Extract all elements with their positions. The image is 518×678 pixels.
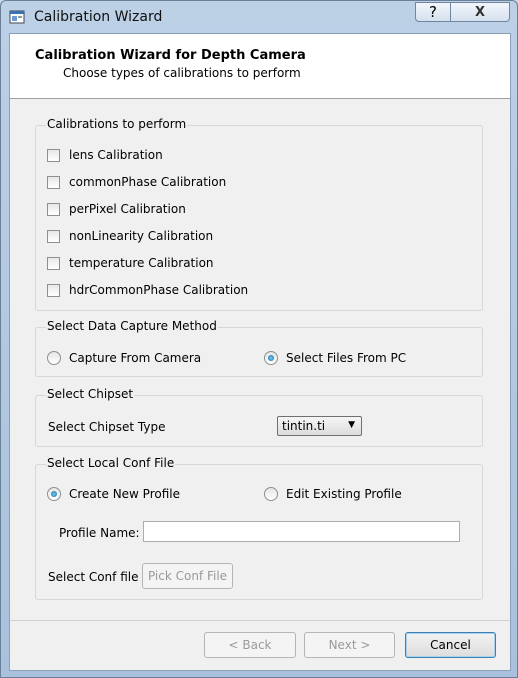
checkbox-label: lens Calibration	[69, 148, 163, 162]
help-button[interactable]: ?	[415, 2, 451, 22]
radio-label: Create New Profile	[69, 487, 180, 501]
radio-button[interactable]	[264, 487, 278, 501]
conf-file-label: Select Conf file	[48, 570, 139, 584]
capture-method-group: Select Data Capture Method Capture From …	[35, 319, 483, 377]
title-bar[interactable]: Calibration Wizard ? X	[1, 1, 517, 33]
checkbox-perpixel-calibration[interactable]: perPixel Calibration	[47, 201, 186, 217]
wizard-window: Calibration Wizard ? X Calibration Wizar…	[0, 0, 518, 678]
page-subtitle: Choose types of calibrations to perform	[63, 66, 301, 80]
checkbox-label: nonLinearity Calibration	[69, 229, 214, 243]
radio-create-new-profile[interactable]: Create New Profile	[47, 486, 180, 502]
checkbox-lens-calibration[interactable]: lens Calibration	[47, 147, 163, 163]
next-button[interactable]: Next >	[304, 632, 395, 658]
pick-conf-file-button[interactable]: Pick Conf File	[142, 563, 233, 589]
profile-name-label: Profile Name:	[59, 526, 140, 540]
checkbox[interactable]	[47, 148, 60, 162]
radio-label: Select Files From PC	[286, 351, 407, 365]
radio-select-files-from-pc[interactable]: Select Files From PC	[264, 350, 406, 366]
chipset-group: Select Chipset Select Chipset Type tinti…	[35, 387, 483, 447]
select-value: tintin.ti	[282, 419, 326, 433]
chipset-type-select[interactable]: tintin.ti ▼	[277, 416, 362, 436]
profile-name-input[interactable]	[143, 521, 460, 542]
chipset-type-label: Select Chipset Type	[48, 420, 166, 434]
checkbox[interactable]	[47, 202, 60, 216]
checkbox-commonphase-calibration[interactable]: commonPhase Calibration	[47, 174, 226, 190]
checkbox[interactable]	[47, 283, 60, 297]
footer-divider	[10, 620, 510, 621]
checkbox-label: perPixel Calibration	[69, 202, 186, 216]
radio-edit-existing-profile[interactable]: Edit Existing Profile	[264, 486, 402, 502]
checkbox-nonlinearity-calibration[interactable]: nonLinearity Calibration	[47, 228, 213, 244]
radio-button[interactable]	[264, 351, 278, 365]
calibrations-group: Calibrations to perform lens Calibration…	[35, 117, 483, 311]
wizard-header: Calibration Wizard for Depth Camera Choo…	[10, 34, 510, 99]
checkbox-hdrcommonphase-calibration[interactable]: hdrCommonPhase Calibration	[47, 282, 248, 298]
radio-button[interactable]	[47, 487, 61, 501]
close-icon: X	[474, 4, 486, 20]
page-title: Calibration Wizard for Depth Camera	[35, 48, 306, 63]
app-icon	[9, 10, 25, 24]
checkbox[interactable]	[47, 175, 60, 189]
close-button[interactable]: X	[450, 2, 510, 22]
checkbox[interactable]	[47, 229, 60, 243]
radio-capture-from-camera[interactable]: Capture From Camera	[47, 350, 201, 366]
wizard-page: Calibration Wizard for Depth Camera Choo…	[9, 33, 511, 671]
checkbox-label: temperature Calibration	[69, 256, 214, 270]
checkbox-label: commonPhase Calibration	[69, 175, 227, 189]
checkbox[interactable]	[47, 256, 60, 270]
group-title: Select Data Capture Method	[46, 319, 218, 333]
checkbox-temperature-calibration[interactable]: temperature Calibration	[47, 255, 214, 271]
group-title: Select Chipset	[46, 387, 135, 401]
dropdown-arrow-icon: ▼	[348, 420, 355, 430]
cancel-button[interactable]: Cancel	[405, 632, 496, 658]
radio-button[interactable]	[47, 351, 61, 365]
back-button[interactable]: < Back	[204, 632, 296, 658]
group-title: Calibrations to perform	[46, 117, 188, 131]
radio-label: Capture From Camera	[69, 351, 202, 365]
local-conf-group: Select Local Conf File Create New Profil…	[35, 456, 483, 600]
group-title: Select Local Conf File	[46, 456, 176, 470]
radio-label: Edit Existing Profile	[286, 487, 402, 501]
help-icon: ?	[429, 3, 437, 21]
window-title: Calibration Wizard	[34, 9, 163, 25]
checkbox-label: hdrCommonPhase Calibration	[69, 283, 249, 297]
